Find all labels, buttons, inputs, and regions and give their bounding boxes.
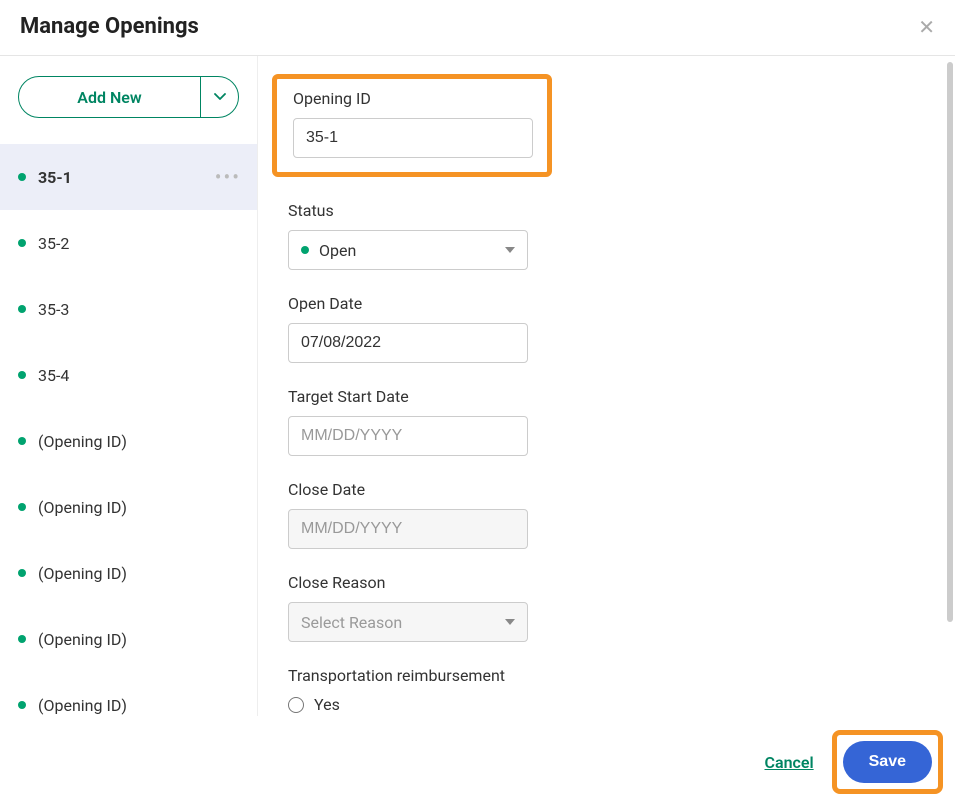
chevron-down-icon	[505, 247, 515, 253]
transport-option-yes[interactable]: Yes	[288, 695, 925, 714]
add-new-dropdown-toggle[interactable]	[200, 77, 238, 117]
sidebar-item-35-4[interactable]: 35-4	[0, 342, 257, 408]
transport-yes-label: Yes	[314, 695, 340, 714]
status-dot-icon	[18, 371, 26, 379]
field-target-start-date: Target Start Date	[288, 387, 925, 456]
add-new-split-button: Add New	[18, 76, 239, 118]
sidebar-item-label: (Opening ID)	[38, 432, 127, 451]
status-dot-icon	[18, 503, 26, 511]
dialog-header: Manage Openings ✕	[0, 0, 955, 56]
sidebar: Add New 35-1 ••• 35-2 35-3 35	[0, 56, 258, 716]
status-dot-icon	[18, 437, 26, 445]
save-button[interactable]: Save	[843, 741, 932, 783]
add-new-button[interactable]: Add New	[19, 77, 200, 117]
form-panel: Opening ID Status Open Open Date Target …	[258, 56, 955, 716]
status-dot-icon	[18, 305, 26, 313]
status-dot-icon	[301, 246, 309, 254]
radio-icon[interactable]	[288, 697, 304, 713]
cancel-button[interactable]: Cancel	[765, 753, 814, 772]
close-reason-select[interactable]: Select Reason	[288, 602, 528, 642]
field-status: Status Open	[288, 201, 925, 270]
scrollbar-track[interactable]	[947, 62, 953, 632]
sidebar-item-35-3[interactable]: 35-3	[0, 276, 257, 342]
opening-list: 35-1 ••• 35-2 35-3 35-4 (Opening ID)	[0, 144, 257, 716]
sidebar-item-label: (Opening ID)	[38, 498, 127, 517]
sidebar-item-opening[interactable]: (Opening ID)	[0, 606, 257, 672]
close-icon[interactable]: ✕	[918, 17, 935, 37]
field-opening-id: Opening ID	[288, 78, 925, 177]
sidebar-item-35-2[interactable]: 35-2	[0, 210, 257, 276]
status-dot-icon	[18, 635, 26, 643]
transport-label: Transportation reimbursement	[288, 666, 925, 685]
status-select[interactable]: Open	[288, 230, 528, 270]
opening-id-input[interactable]	[293, 118, 533, 158]
open-date-input[interactable]	[288, 323, 528, 363]
field-open-date: Open Date	[288, 294, 925, 363]
close-date-input[interactable]	[288, 509, 528, 549]
sidebar-item-35-1[interactable]: 35-1 •••	[0, 144, 257, 210]
close-reason-label: Close Reason	[288, 573, 925, 592]
sidebar-item-label: (Opening ID)	[38, 696, 127, 715]
sidebar-item-label: 35-1	[38, 168, 72, 187]
sidebar-item-label: 35-4	[38, 366, 69, 385]
field-close-reason: Close Reason Select Reason	[288, 573, 925, 642]
sidebar-item-opening[interactable]: (Opening ID)	[0, 672, 257, 716]
dialog-footer: Cancel Save	[0, 720, 955, 804]
scrollbar-thumb[interactable]	[947, 62, 953, 622]
opening-id-label: Opening ID	[293, 89, 533, 108]
more-options-icon[interactable]: •••	[215, 165, 241, 189]
close-reason-placeholder: Select Reason	[301, 613, 402, 632]
dialog-title: Manage Openings	[20, 14, 199, 39]
close-date-label: Close Date	[288, 480, 925, 499]
add-new-container: Add New	[0, 76, 257, 144]
status-label: Status	[288, 201, 925, 220]
chevron-down-icon	[505, 619, 515, 625]
highlight-annotation: Opening ID	[272, 74, 552, 177]
dialog-body: Add New 35-1 ••• 35-2 35-3 35	[0, 56, 955, 716]
open-date-label: Open Date	[288, 294, 925, 313]
sidebar-item-label: 35-2	[38, 234, 69, 253]
chevron-down-icon	[214, 91, 226, 103]
status-dot-icon	[18, 701, 26, 709]
sidebar-item-opening[interactable]: (Opening ID)	[0, 540, 257, 606]
status-dot-icon	[18, 173, 26, 181]
sidebar-item-label: (Opening ID)	[38, 564, 127, 583]
highlight-annotation: Save	[832, 730, 943, 794]
target-start-date-input[interactable]	[288, 416, 528, 456]
sidebar-item-label: (Opening ID)	[38, 630, 127, 649]
target-start-date-label: Target Start Date	[288, 387, 925, 406]
status-value: Open	[319, 241, 356, 260]
field-close-date: Close Date	[288, 480, 925, 549]
status-dot-icon	[18, 569, 26, 577]
sidebar-item-opening[interactable]: (Opening ID)	[0, 474, 257, 540]
sidebar-item-label: 35-3	[38, 300, 69, 319]
sidebar-item-opening[interactable]: (Opening ID)	[0, 408, 257, 474]
field-transportation-reimbursement: Transportation reimbursement Yes	[288, 666, 925, 714]
status-dot-icon	[18, 239, 26, 247]
